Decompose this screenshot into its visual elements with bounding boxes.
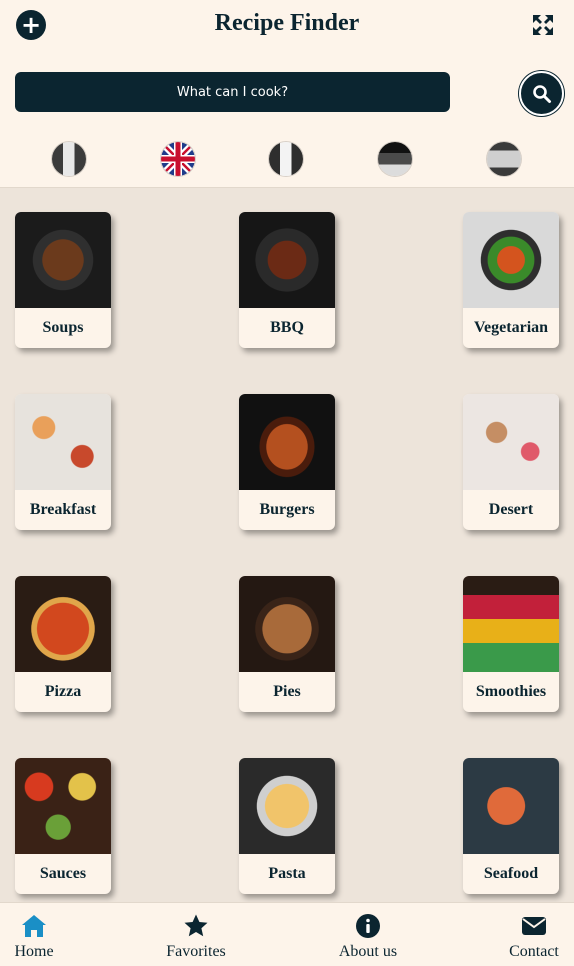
expand-arrows-icon[interactable] xyxy=(531,13,555,37)
category-card-breakfast[interactable]: Breakfast xyxy=(15,394,111,530)
category-card-smoothies[interactable]: Smoothies xyxy=(463,576,559,712)
category-label: Pasta xyxy=(268,865,306,882)
category-label: Pies xyxy=(273,683,301,700)
bbq-image xyxy=(239,212,335,308)
category-card-pizza[interactable]: Pizza xyxy=(15,576,111,712)
smoothies-image xyxy=(463,576,559,672)
nav-about-label: About us xyxy=(338,943,398,960)
category-label: Burgers xyxy=(259,501,315,518)
category-label: Pizza xyxy=(44,683,82,700)
home-icon xyxy=(22,915,46,937)
italian-flag[interactable] xyxy=(52,142,86,176)
category-card-seafood[interactable]: Seafood xyxy=(463,758,559,894)
category-label: Vegetarian xyxy=(473,319,549,336)
category-card-pasta[interactable]: Pasta xyxy=(239,758,335,894)
pasta-image xyxy=(239,758,335,854)
what-can-i-cook-button[interactable]: What can I cook? xyxy=(15,72,450,112)
category-label: Breakfast xyxy=(29,501,97,518)
envelope-icon xyxy=(522,917,546,935)
category-card-bbq[interactable]: BBQ xyxy=(239,212,335,348)
burgers-image xyxy=(239,394,335,490)
nav-about-us[interactable]: About us xyxy=(333,903,403,966)
desert-image xyxy=(463,394,559,490)
uk-flag[interactable] xyxy=(161,142,195,176)
category-label: Sauces xyxy=(39,865,87,882)
seafood-image xyxy=(463,758,559,854)
category-label: Desert xyxy=(488,501,534,518)
language-selector xyxy=(0,142,574,178)
search-icon xyxy=(532,84,551,103)
nav-favorites-label: Favorites xyxy=(166,943,226,960)
nav-home-label: Home xyxy=(14,943,54,960)
category-card-burgers[interactable]: Burgers xyxy=(239,394,335,530)
pies-image xyxy=(239,576,335,672)
category-label: Seafood xyxy=(483,865,539,882)
category-label: BBQ xyxy=(270,319,304,336)
vegetarian-image xyxy=(463,212,559,308)
search-button[interactable] xyxy=(519,71,564,116)
nav-contact[interactable]: Contact xyxy=(503,903,565,966)
category-card-pies[interactable]: Pies xyxy=(239,576,335,712)
nav-home[interactable]: Home xyxy=(0,903,68,966)
breakfast-image xyxy=(15,394,111,490)
app-header: + Recipe Finder What can I cook? xyxy=(0,0,574,188)
info-circle-icon xyxy=(356,914,380,938)
german-flag[interactable] xyxy=(378,142,412,176)
bottom-navigation: Home Favorites About us Contact xyxy=(0,902,574,966)
pizza-image xyxy=(15,576,111,672)
category-card-sauces[interactable]: Sauces xyxy=(15,758,111,894)
category-label: Smoothies xyxy=(475,683,547,700)
category-label: Soups xyxy=(42,319,84,336)
french-flag[interactable] xyxy=(269,142,303,176)
nav-contact-label: Contact xyxy=(509,943,559,960)
spanish-flag[interactable] xyxy=(487,142,521,176)
sauces-image xyxy=(15,758,111,854)
star-icon xyxy=(184,914,208,937)
category-card-desert[interactable]: Desert xyxy=(463,394,559,530)
page-title: Recipe Finder xyxy=(214,10,360,36)
category-card-soups[interactable]: Soups xyxy=(15,212,111,348)
nav-favorites[interactable]: Favorites xyxy=(156,903,236,966)
soups-image xyxy=(15,212,111,308)
category-card-vegetarian[interactable]: Vegetarian xyxy=(463,212,559,348)
